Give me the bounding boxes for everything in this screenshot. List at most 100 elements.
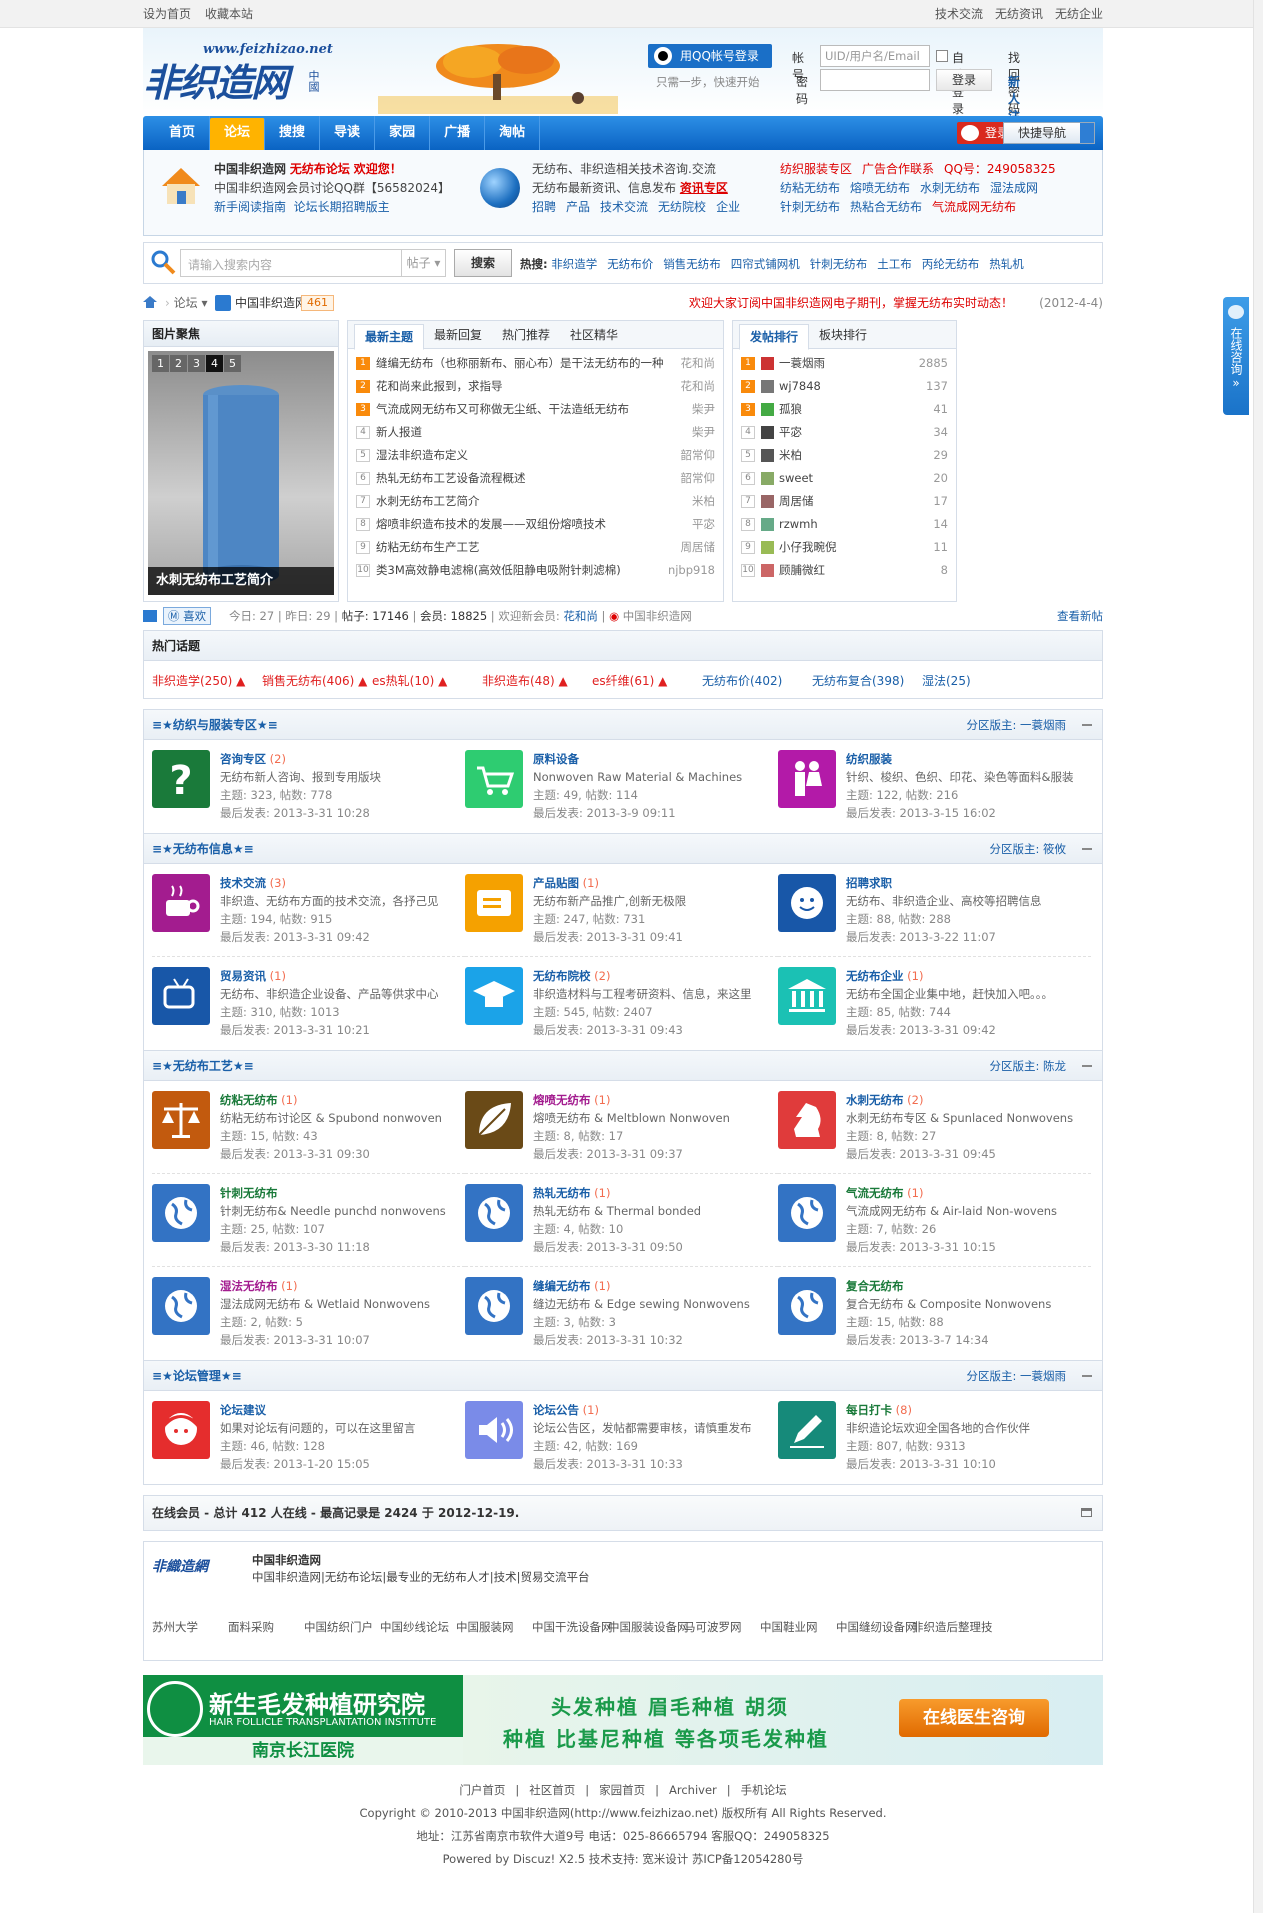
forum-name[interactable]: 产品贴图 xyxy=(533,876,579,890)
section-title[interactable]: ≡★无纺布工艺★≡ xyxy=(152,1059,254,1073)
forum-card[interactable]: 招聘求职 无纺布、非织造企业、高校等招聘信息 主题: 88, 帖数: 288 最后发表… xyxy=(778,864,1091,957)
rank-username[interactable]: 一蓑烟雨 xyxy=(779,356,825,370)
avatar[interactable] xyxy=(761,426,774,439)
hot-search-link[interactable]: 热轧机 xyxy=(989,257,1024,271)
forum-last-post[interactable]: 最后发表: 2013-3-31 10:28 xyxy=(220,804,381,822)
info-link[interactable]: 招聘 xyxy=(532,200,556,214)
avatar[interactable] xyxy=(761,357,774,370)
nav-item[interactable]: 首页 xyxy=(155,116,211,150)
online-consult-tab[interactable]: 在线咨询 » xyxy=(1223,297,1249,415)
thread-title[interactable]: 缝编无纺布（也称丽新布、丽心布）是干法无纺布的一种 xyxy=(376,356,664,370)
view-new-posts-link[interactable]: 查看新帖 xyxy=(1057,606,1103,626)
thread-item[interactable]: 2 花和尚来此报到，求指导 花和尚 xyxy=(356,375,715,398)
top-link[interactable]: 收藏本站 xyxy=(205,7,253,21)
account-input[interactable]: UID/用户名/Email xyxy=(820,45,930,67)
forum-last-post[interactable]: 最后发表: 2013-3-31 10:15 xyxy=(846,1238,1057,1256)
forum-card[interactable]: 复合无纺布 复合无纺布 & Composite Nonwovens 主题: 15, … xyxy=(778,1267,1091,1360)
forum-last-post[interactable]: 最后发表: 2013-3-31 10:32 xyxy=(533,1331,750,1349)
nav-item[interactable]: 搜搜 xyxy=(265,116,321,150)
thread-author[interactable]: 平宓 xyxy=(692,513,715,536)
folder-icon[interactable] xyxy=(465,874,523,932)
avatar[interactable] xyxy=(761,380,774,393)
quick-nav-button[interactable]: 快捷导航 xyxy=(1003,122,1095,144)
thread-item[interactable]: 4 新人报道 柴尹 xyxy=(356,421,715,444)
cart-icon[interactable] xyxy=(465,750,523,808)
info-link[interactable]: 湿法成网 xyxy=(990,181,1038,195)
thread-item[interactable]: 7 水刺无纺布工艺简介 米柏 xyxy=(356,490,715,513)
collapse-icon[interactable] xyxy=(1081,1508,1092,1517)
footer-link[interactable]: Archiver xyxy=(669,1783,717,1797)
friend-link[interactable]: 苏州大学 xyxy=(152,1618,228,1636)
collapse-icon[interactable] xyxy=(1082,724,1092,726)
new-member-link[interactable]: 花和尚 xyxy=(563,609,598,623)
friend-link[interactable]: 中国鞋业网 xyxy=(760,1618,836,1636)
search-type-select[interactable]: 帖子 ▾ xyxy=(402,249,446,277)
moderator-name[interactable]: 陈龙 xyxy=(1043,1059,1066,1073)
forum-card[interactable]: 针刺无纺布 针刺无纺布& Needle punchd nonwovens 主题: 2… xyxy=(152,1174,465,1267)
info-link[interactable]: QQ号：249058325 xyxy=(944,162,1056,176)
section-header[interactable]: ≡★纺织与服装专区★≡ 分区版主: 一蓑烟雨 xyxy=(144,710,1102,740)
footer-link[interactable]: 门户首页 xyxy=(459,1783,505,1797)
hot-search-link[interactable]: 销售无纺布 xyxy=(663,257,721,271)
rank-item[interactable]: 10 顾脯微红 8 xyxy=(741,559,948,582)
forum-card[interactable]: 湿法无纺布 (1) 湿法成网无纺布 & Wetlaid Nonwovens 主题: … xyxy=(152,1267,465,1360)
info-link[interactable]: 企业 xyxy=(716,200,740,214)
forum-name[interactable]: 论坛建议 xyxy=(220,1403,266,1417)
section-header[interactable]: ≡★无纺布信息★≡ 分区版主: 筱攸 xyxy=(144,834,1102,864)
forum-name[interactable]: 无纺布院校 xyxy=(533,969,591,983)
info-link[interactable]: 气流成网无纺布 xyxy=(932,200,1016,214)
forum-name[interactable]: 贸易资讯 xyxy=(220,969,266,983)
hot-topic[interactable]: es热轧(10) ▲ xyxy=(372,671,482,692)
forum-last-post[interactable]: 最后发表: 2013-3-31 09:42 xyxy=(220,928,439,946)
section-header[interactable]: ≡★论坛管理★≡ 分区版主: 一蓑烟雨 xyxy=(144,1361,1102,1391)
friend-link[interactable]: 面料采购 xyxy=(228,1618,304,1636)
thread-title[interactable]: 水刺无纺布工艺简介 xyxy=(376,494,480,508)
focus-page-number[interactable]: 1 xyxy=(152,355,169,372)
thread-title[interactable]: 熔喷非织造布技术的发展——双组份熔喷技术 xyxy=(376,517,606,531)
forum-card[interactable]: 热轧无纺布 (1) 热轧无纺布 & Thermal bonded 主题: 4, 帖数… xyxy=(465,1174,778,1267)
info-link[interactable]: 纺织服装专区 xyxy=(780,162,852,176)
hot-topic[interactable]: 销售无纺布(406) ▲ xyxy=(262,671,372,692)
globe-icon[interactable] xyxy=(152,1184,210,1242)
friend-link[interactable]: 马可波罗网 xyxy=(684,1618,760,1636)
forum-name[interactable]: 湿法无纺布 xyxy=(220,1279,278,1293)
info-link[interactable]: 无纺院校 xyxy=(658,200,706,214)
scale-icon[interactable] xyxy=(152,1091,210,1149)
qq-login-button[interactable]: 用QQ帐号登录 xyxy=(648,44,772,68)
thread-author[interactable]: 花和尚 xyxy=(681,352,716,375)
globe-icon[interactable] xyxy=(778,1277,836,1335)
speaker-icon[interactable] xyxy=(465,1401,523,1459)
forum-name[interactable]: 原料设备 xyxy=(533,752,579,766)
nav-item[interactable]: 家园 xyxy=(375,116,431,150)
top-link[interactable]: 无纺资讯 xyxy=(995,7,1043,21)
friend-link[interactable]: 中国纺织门户 xyxy=(304,1618,380,1636)
thread-author[interactable]: 韶常仰 xyxy=(681,467,716,490)
ad-banner[interactable]: 新生毛发种植研究院 HAIR FOLLICLE TRANSPLANTATION … xyxy=(143,1675,1103,1765)
section-title[interactable]: ≡★论坛管理★≡ xyxy=(152,1369,242,1383)
hot-topic[interactable]: es纤维(61) ▲ xyxy=(592,671,702,692)
info-link[interactable]: 熔喷无纺布 xyxy=(850,181,910,195)
footer-link[interactable]: 社区首页 xyxy=(529,1783,575,1797)
rank-username[interactable]: 米柏 xyxy=(779,448,802,462)
forum-name[interactable]: 热轧无纺布 xyxy=(533,1186,591,1200)
friend-link[interactable]: 非织造后整理技 xyxy=(912,1618,1032,1636)
page-scrollbar[interactable] xyxy=(1253,0,1263,1913)
search-button[interactable]: 搜索 xyxy=(454,249,512,277)
forum-last-post[interactable]: 最后发表: 2013-3-22 11:07 xyxy=(846,928,1042,946)
people-icon[interactable] xyxy=(778,750,836,808)
thread-item[interactable]: 6 热轧无纺布工艺设备流程概述 韶常仰 xyxy=(356,467,715,490)
hot-search-link[interactable]: 土工布 xyxy=(877,257,912,271)
thread-item[interactable]: 3 气流成网无纺布又可称做无尘纸、干法造纸无纺布 柴尹 xyxy=(356,398,715,421)
forum-name[interactable]: 咨询专区 xyxy=(220,752,266,766)
forum-name[interactable]: 论坛公告 xyxy=(533,1403,579,1417)
thread-author[interactable]: 花和尚 xyxy=(681,375,716,398)
footer-link[interactable]: 家园首页 xyxy=(599,1783,645,1797)
thread-item[interactable]: 1 缝编无纺布（也称丽新布、丽心布）是干法无纺布的一种 花和尚 xyxy=(356,352,715,375)
hot-topic[interactable]: 非织造布(48) ▲ xyxy=(482,671,592,692)
collapse-icon[interactable] xyxy=(1082,1065,1092,1067)
hot-topic[interactable]: 无纺布价(402) xyxy=(702,671,812,692)
forum-last-post[interactable]: 最后发表: 2013-3-31 10:33 xyxy=(533,1455,752,1473)
forum-last-post[interactable]: 最后发表: 2013-3-31 10:07 xyxy=(220,1331,430,1349)
rank-username[interactable]: sweet xyxy=(779,471,813,485)
section-title[interactable]: ≡★纺织与服装专区★≡ xyxy=(152,718,278,732)
